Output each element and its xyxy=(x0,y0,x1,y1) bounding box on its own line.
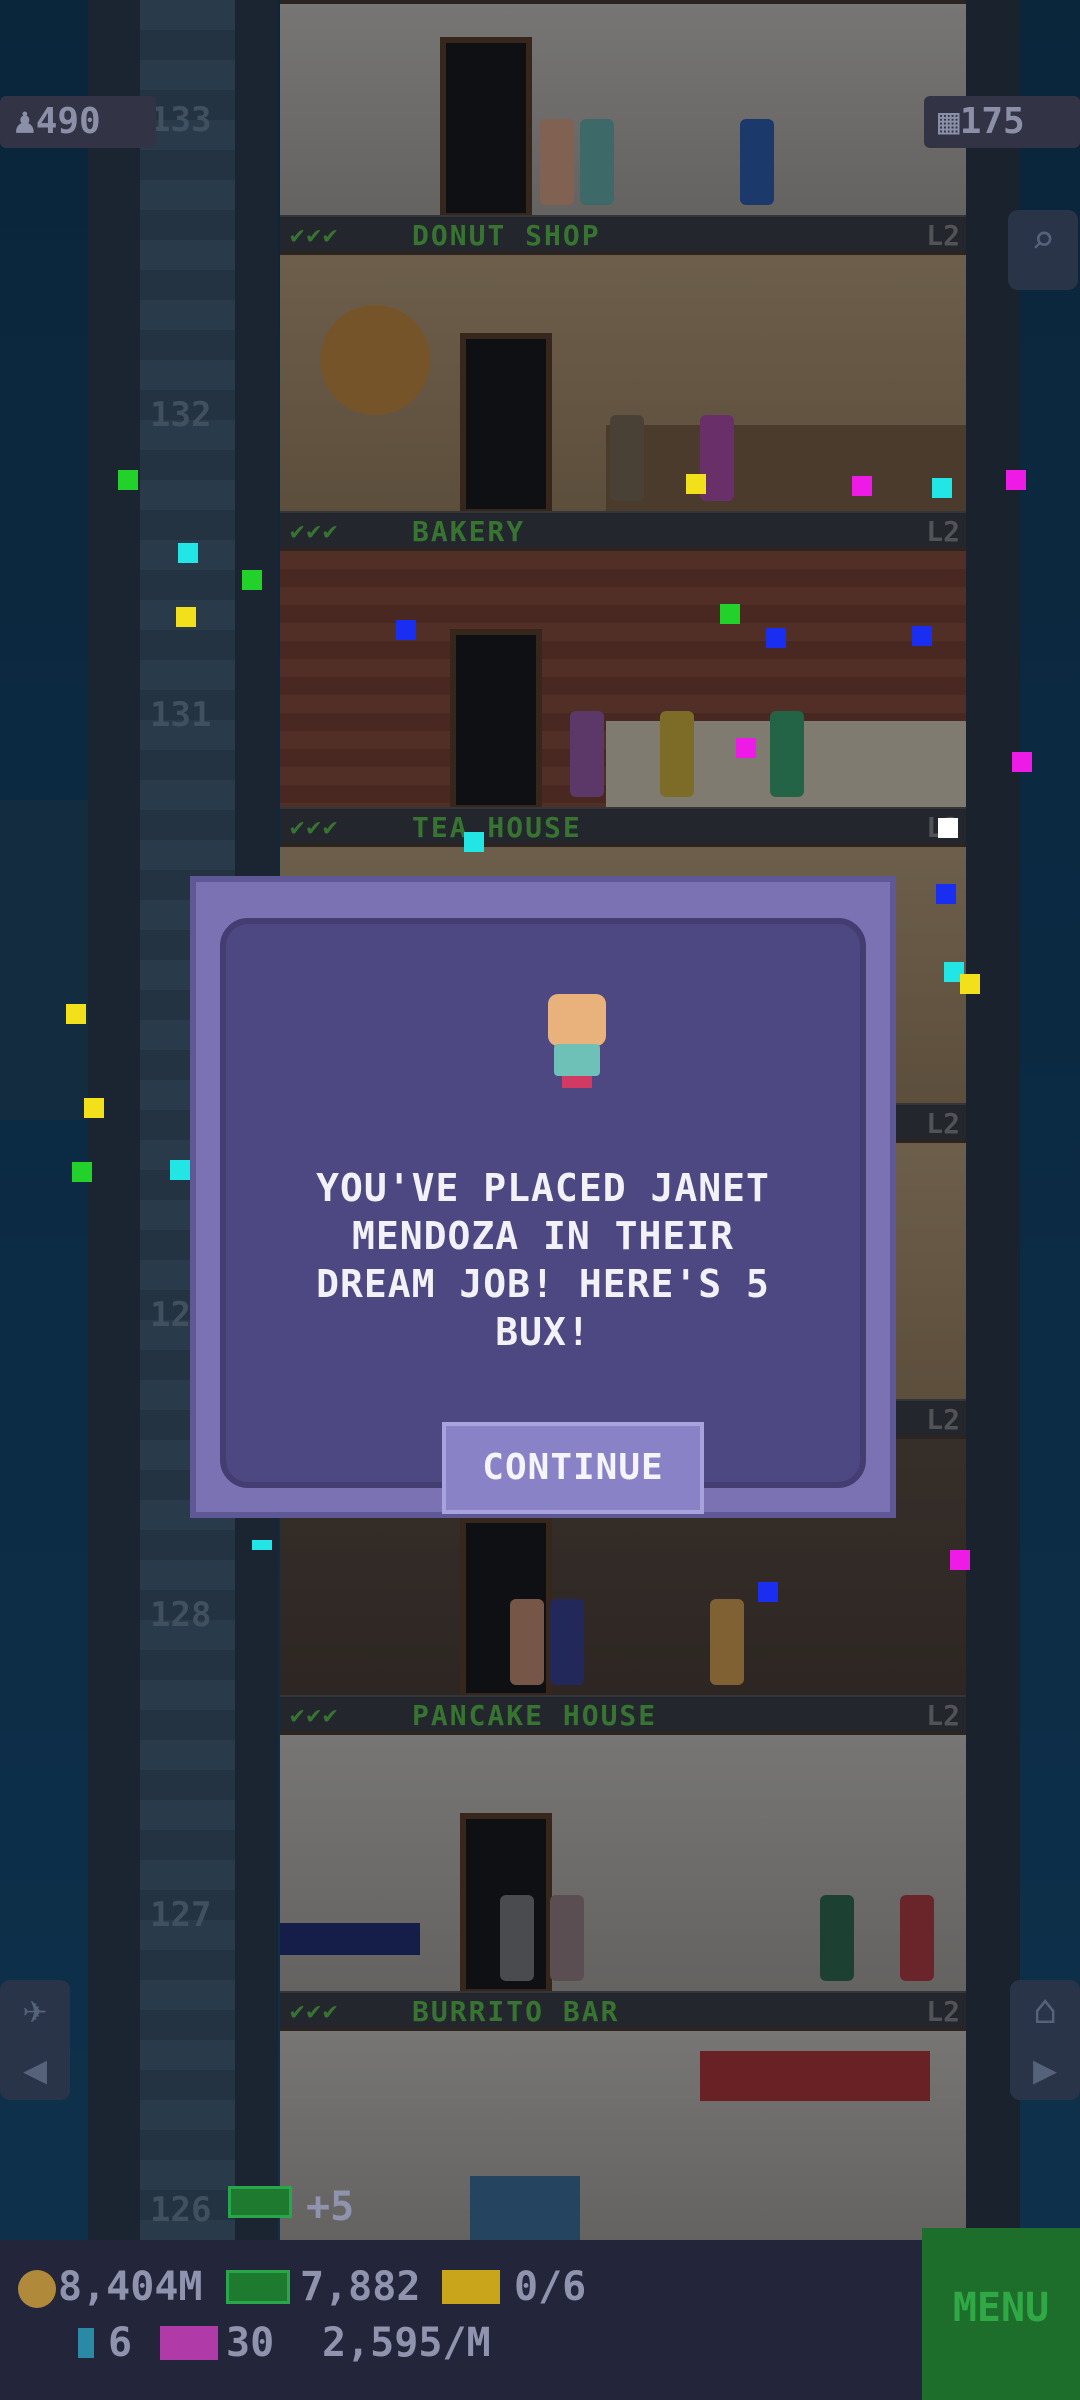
tickets-value: 0/6 xyxy=(514,2264,587,2310)
floor-count-value: 175 xyxy=(959,101,1025,142)
confetti xyxy=(178,543,198,563)
reward-dialog: YOU'VE PLACED JANET MENDOZA IN THEIR DRE… xyxy=(190,876,896,1518)
population-counter: ♟490 xyxy=(0,96,156,148)
confetti xyxy=(118,470,138,490)
confetti xyxy=(1012,752,1032,772)
confetti xyxy=(242,570,262,590)
home-button[interactable]: ⌂ ▶ xyxy=(1010,1980,1080,2100)
floating-reward: +5 xyxy=(306,2184,355,2230)
person-icon: ♟ xyxy=(14,101,36,142)
confetti xyxy=(464,832,484,852)
confetti xyxy=(736,738,756,758)
confetti xyxy=(72,1162,92,1182)
confetti xyxy=(720,604,740,624)
avatar-legs xyxy=(562,1076,592,1088)
population-value: 490 xyxy=(35,101,101,142)
search-icon: ⌕ xyxy=(1030,217,1056,263)
confetti xyxy=(932,478,952,498)
confetti xyxy=(84,1098,104,1118)
search-button[interactable]: ⌕ xyxy=(1008,210,1078,290)
elevator-button[interactable]: ✈ ◀ xyxy=(0,1980,70,2100)
bottom-status-bar: 8,404M 7,882 0/6 6 30 2,595/M xyxy=(0,2240,1080,2400)
confetti xyxy=(938,818,958,838)
confetti xyxy=(758,1582,778,1602)
coin-icon xyxy=(18,2270,56,2308)
confetti xyxy=(396,620,416,640)
bux-value: 7,882 xyxy=(300,2264,421,2310)
avatar-body xyxy=(554,1044,600,1076)
continue-button[interactable]: CONTINUE xyxy=(442,1422,704,1514)
confetti xyxy=(936,884,956,904)
confetti xyxy=(176,607,196,627)
confetti xyxy=(852,476,872,496)
confetti xyxy=(66,1004,86,1024)
bux-icon xyxy=(226,2270,290,2304)
left-arrow-icon: ◀ xyxy=(22,2047,48,2093)
confetti xyxy=(1006,470,1026,490)
reward-dialog-panel: YOU'VE PLACED JANET MENDOZA IN THEIR DRE… xyxy=(220,918,866,1514)
keys-value: 6 xyxy=(108,2320,133,2366)
confetti xyxy=(950,1550,970,1570)
avatar-head xyxy=(548,994,606,1046)
coins-value: 8,404M xyxy=(58,2264,203,2310)
reward-message: YOU'VE PLACED JANET MENDOZA IN THEIR DRE… xyxy=(316,1166,770,1354)
confetti xyxy=(170,1160,190,1180)
gold-ticket-icon xyxy=(160,2326,218,2360)
gold-tickets-value: 30 xyxy=(226,2320,275,2366)
income-rate: 2,595/M xyxy=(322,2320,491,2366)
floor-counter: ▦175 xyxy=(924,96,1080,148)
home-icon: ⌂ xyxy=(1032,1987,1058,2033)
right-arrow-icon: ▶ xyxy=(1032,2047,1058,2093)
confetti xyxy=(686,474,706,494)
confetti xyxy=(252,1540,272,1550)
confetti xyxy=(960,974,980,994)
ticket-icon xyxy=(442,2270,500,2304)
plane-icon: ✈ xyxy=(22,1987,48,2033)
bitizen-avatar xyxy=(544,994,610,1090)
confetti xyxy=(912,626,932,646)
building-icon: ▦ xyxy=(938,101,960,142)
menu-button[interactable]: MENU xyxy=(922,2228,1080,2400)
bux-icon xyxy=(228,2186,292,2218)
confetti xyxy=(766,628,786,648)
key-icon xyxy=(78,2328,94,2358)
